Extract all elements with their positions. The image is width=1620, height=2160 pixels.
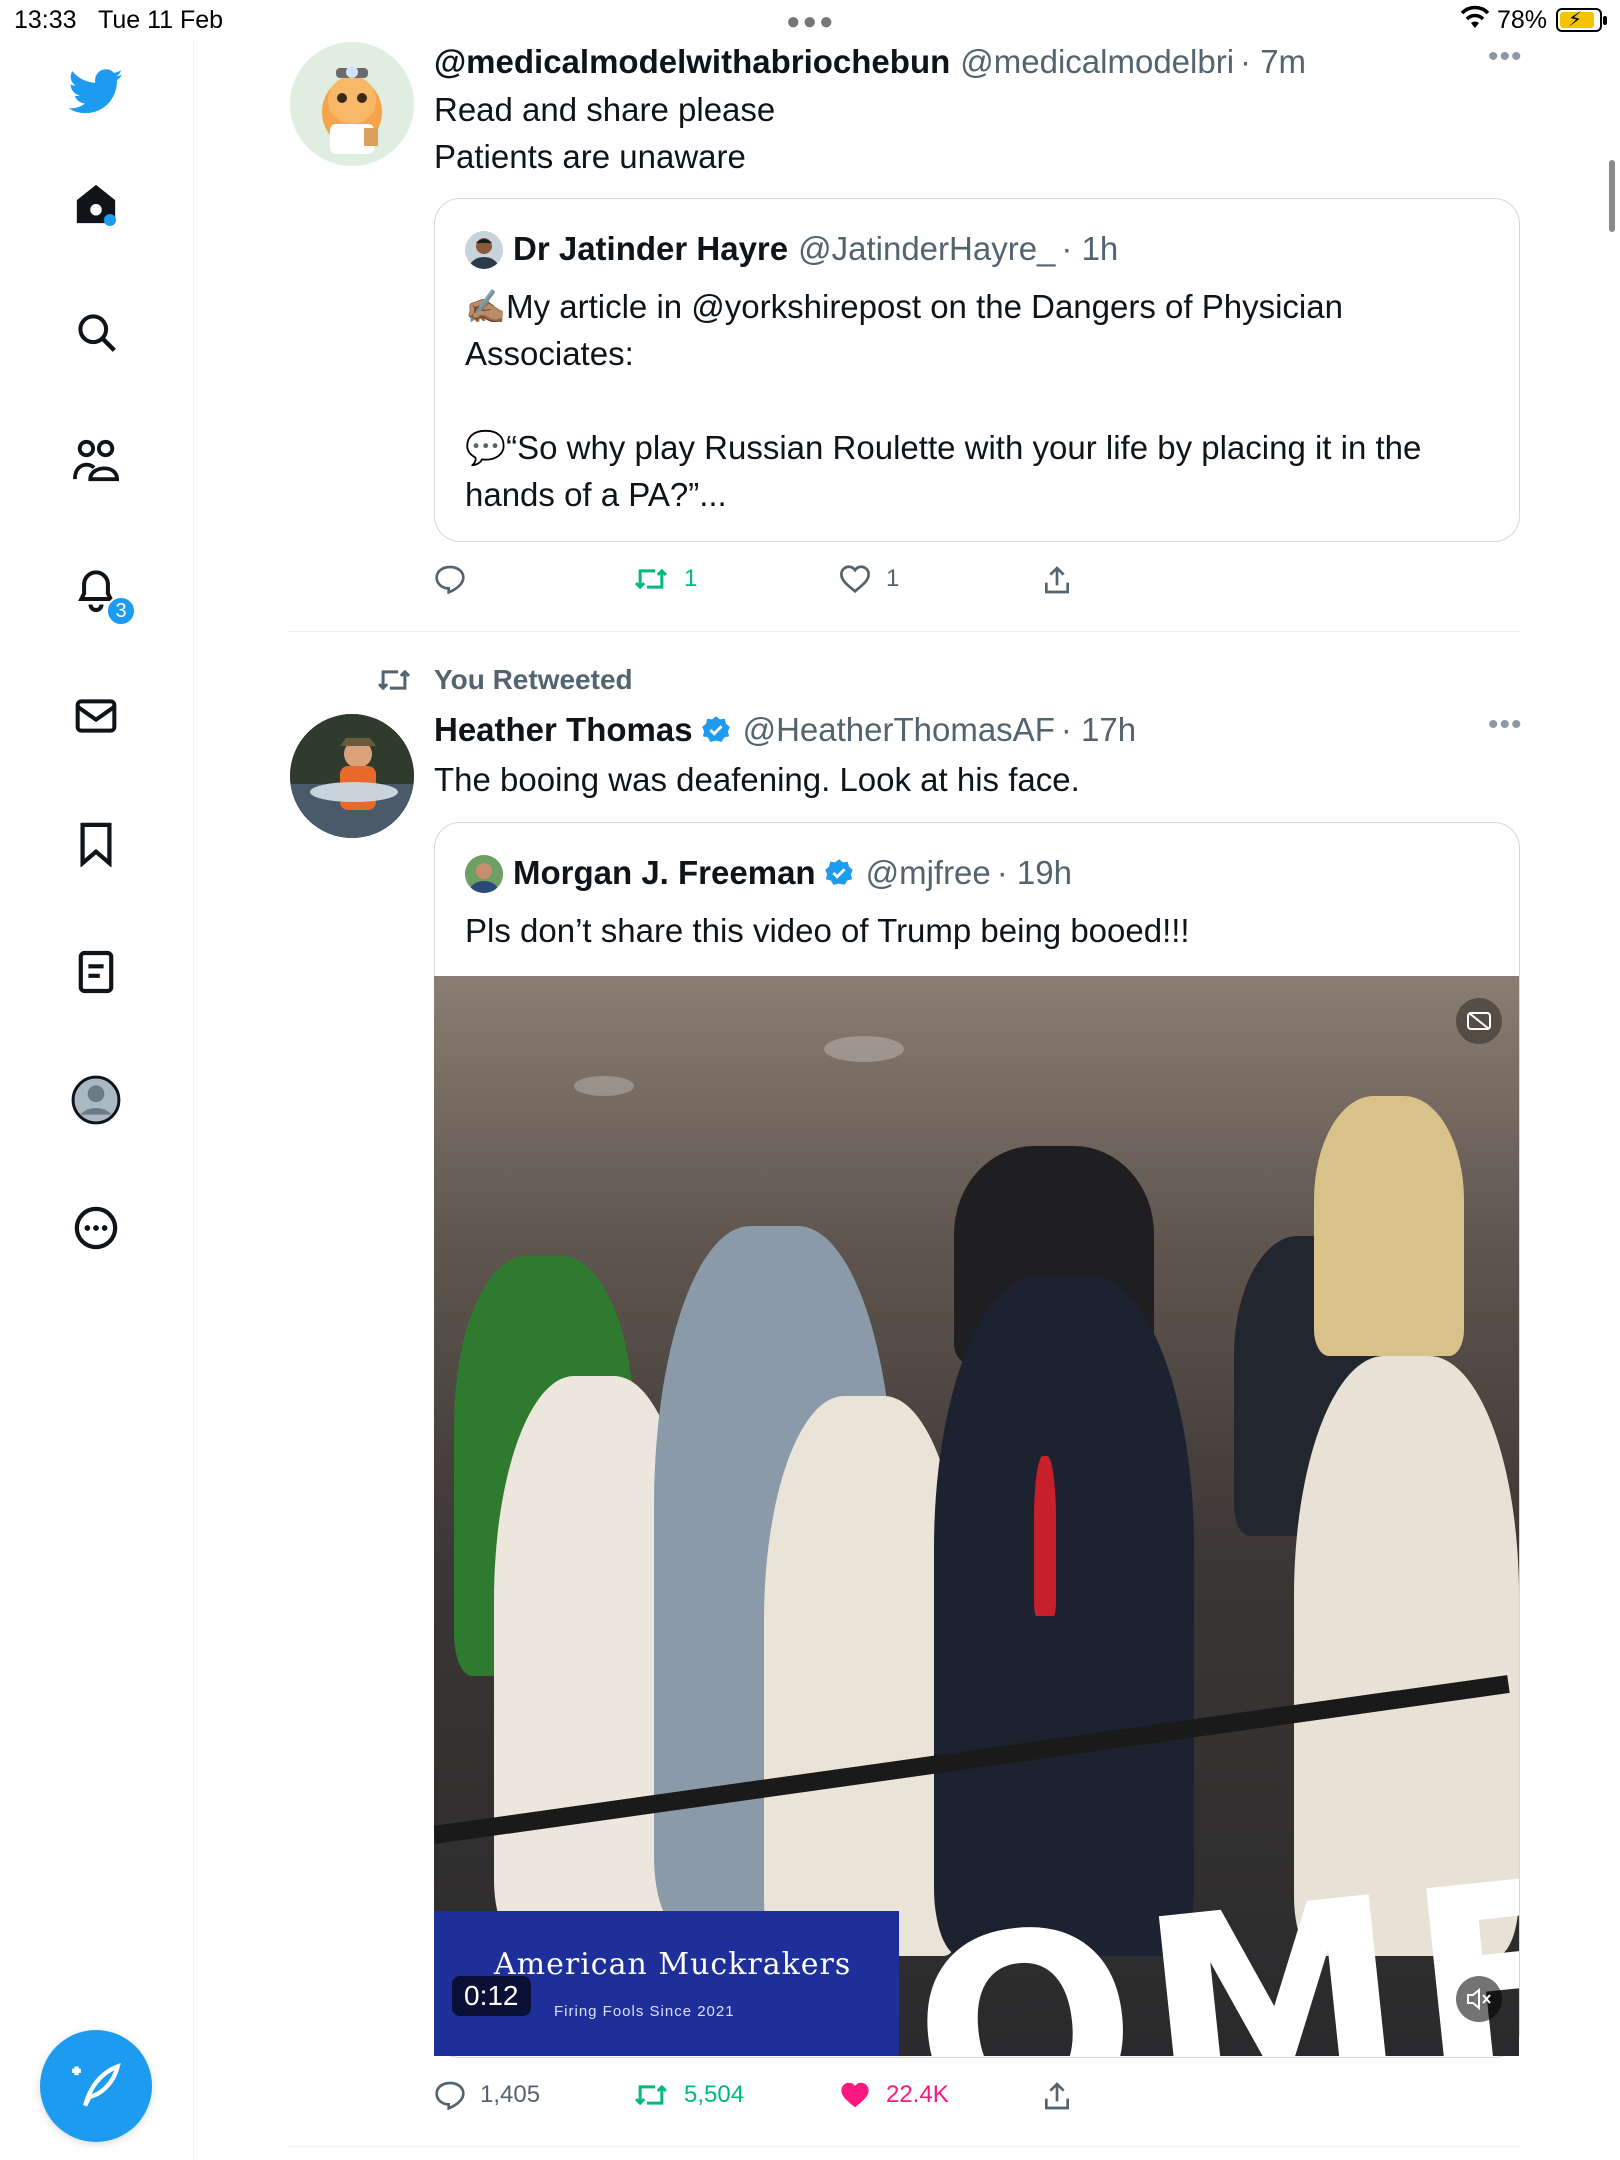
profile-avatar-icon[interactable]: [66, 1070, 126, 1130]
tweet-divider: [288, 2146, 1520, 2147]
tweet-text-line: Read and share please: [434, 91, 776, 128]
retweet-icon: [635, 568, 667, 590]
heart-icon: [839, 565, 871, 594]
tweet-timestamp[interactable]: · 7m: [1240, 43, 1306, 81]
crowd-figure: [934, 1276, 1194, 1956]
retweet-count: 1: [684, 565, 698, 592]
tweet-more-options-icon[interactable]: •••: [1488, 708, 1523, 742]
home-new-dot: [104, 214, 116, 226]
mute-speaker-icon[interactable]: [1456, 1976, 1502, 2022]
battery-charging-icon: ⚡: [1556, 8, 1607, 32]
video-banner-title: American Muckrakers: [494, 1947, 852, 1982]
quoted-text-line: 💬“So why play Russian Roulette with your…: [465, 429, 1422, 466]
quoted-timestamp: · 1h: [1061, 230, 1119, 267]
video-duration: 0:12: [452, 1976, 531, 2016]
tweet-handle[interactable]: @medicalmodelbri: [960, 43, 1234, 81]
status-date: Tue 11 Feb: [98, 6, 224, 34]
social-context-label: You Retweeted: [434, 664, 633, 695]
quoted-text-line: hands of a PA?”...: [465, 476, 727, 513]
share-button[interactable]: [1042, 564, 1072, 596]
status-time: 13:33: [14, 6, 77, 34]
social-context: You Retweeted: [374, 660, 633, 700]
share-icon: [1045, 2082, 1069, 2110]
quoted-handle: @JatinderHayre_: [798, 230, 1056, 267]
quoted-timestamp: · 19h: [996, 854, 1072, 891]
quoted-author-avatar: [465, 855, 503, 893]
tweet-author-avatar[interactable]: [290, 714, 414, 838]
tweet-author-avatar[interactable]: [290, 42, 414, 166]
captions-icon[interactable]: [1456, 998, 1502, 1044]
share-button[interactable]: [1042, 2080, 1072, 2112]
like-count: 22.4K: [886, 2081, 949, 2108]
lists-icon[interactable]: [66, 942, 126, 1002]
multitasking-dots-icon[interactable]: ●●●: [786, 8, 836, 36]
tweet-display-name[interactable]: Heather Thomas: [434, 711, 693, 749]
tweet-text-line: Patients are unaware: [434, 138, 746, 175]
quoted-display-name: Dr Jatinder Hayre: [513, 230, 789, 267]
like-button[interactable]: 22.4K: [838, 2080, 949, 2110]
tweet-divider: [288, 631, 1520, 632]
tweet-display-name[interactable]: @medicalmodelwithabriochebun: [434, 43, 950, 81]
communities-icon[interactable]: [66, 430, 126, 490]
heart-filled-icon: [841, 2082, 869, 2108]
ceiling-light: [574, 1076, 634, 1096]
quoted-handle: @mjfree: [865, 854, 991, 891]
tweet-more-options-icon[interactable]: •••: [1488, 40, 1523, 74]
compose-tweet-button[interactable]: [40, 2030, 152, 2142]
quoted-display-name: Morgan J. Freeman: [513, 854, 816, 891]
crowd-figure: [1034, 1456, 1056, 1616]
retweet-button[interactable]: 1: [632, 564, 697, 594]
bookmark-icon[interactable]: [66, 814, 126, 874]
wifi-icon: [1460, 4, 1490, 37]
tweet-handle[interactable]: @HeatherThomasAF: [743, 711, 1055, 749]
verified-badge-icon: [824, 858, 854, 888]
like-count: 1: [886, 565, 900, 592]
quoted-text: Pls don’t share this video of Trump bein…: [465, 912, 1190, 949]
battery-percent: 78%: [1497, 6, 1548, 34]
reply-button[interactable]: 1,405: [434, 2080, 540, 2110]
retweet-icon: [635, 2084, 667, 2106]
quoted-author-avatar: [465, 231, 503, 269]
notifications-badge: 3: [106, 596, 136, 626]
verified-badge-icon: [701, 715, 731, 745]
search-icon[interactable]: [66, 302, 126, 362]
reply-icon: [435, 2081, 465, 2110]
twitter-bird-icon[interactable]: [66, 62, 126, 122]
more-options-circle-icon[interactable]: [66, 1198, 126, 1258]
retweet-count: 5,504: [684, 2081, 745, 2108]
like-button[interactable]: 1: [838, 564, 899, 594]
retweet-icon: [377, 669, 411, 691]
quoted-text-line: ✍🏽My article in @yorkshirepost on the Da…: [465, 288, 1343, 325]
sidebar-nav: 3: [0, 40, 194, 2160]
messages-envelope-icon[interactable]: [66, 686, 126, 746]
reply-button[interactable]: [434, 564, 480, 594]
scrollbar-thumb[interactable]: [1609, 160, 1615, 232]
retweet-button[interactable]: 5,504: [632, 2080, 744, 2110]
ceiling-light: [824, 1036, 904, 1062]
home-icon[interactable]: [66, 174, 126, 234]
quoted-tweet[interactable]: Dr Jatinder Hayre @JatinderHayre_ · 1h ✍…: [434, 198, 1520, 542]
reply-count: 1,405: [480, 2081, 541, 2108]
tweet-timestamp[interactable]: · 17h: [1061, 711, 1136, 749]
share-icon: [1045, 566, 1069, 594]
embedded-video[interactable]: OMF American Muckrakers Firing Fools Sin…: [434, 976, 1519, 2056]
tweet-text: The booing was deafening. Look at his fa…: [434, 761, 1080, 798]
video-banner-subtitle: Firing Fools Since 2021: [554, 2003, 735, 2020]
quoted-text-line: Associates:: [465, 335, 634, 372]
status-bar: 13:33 Tue 11 Feb ●●● 78% ⚡: [0, 0, 1620, 40]
crowd-figure: [1314, 1096, 1464, 1356]
